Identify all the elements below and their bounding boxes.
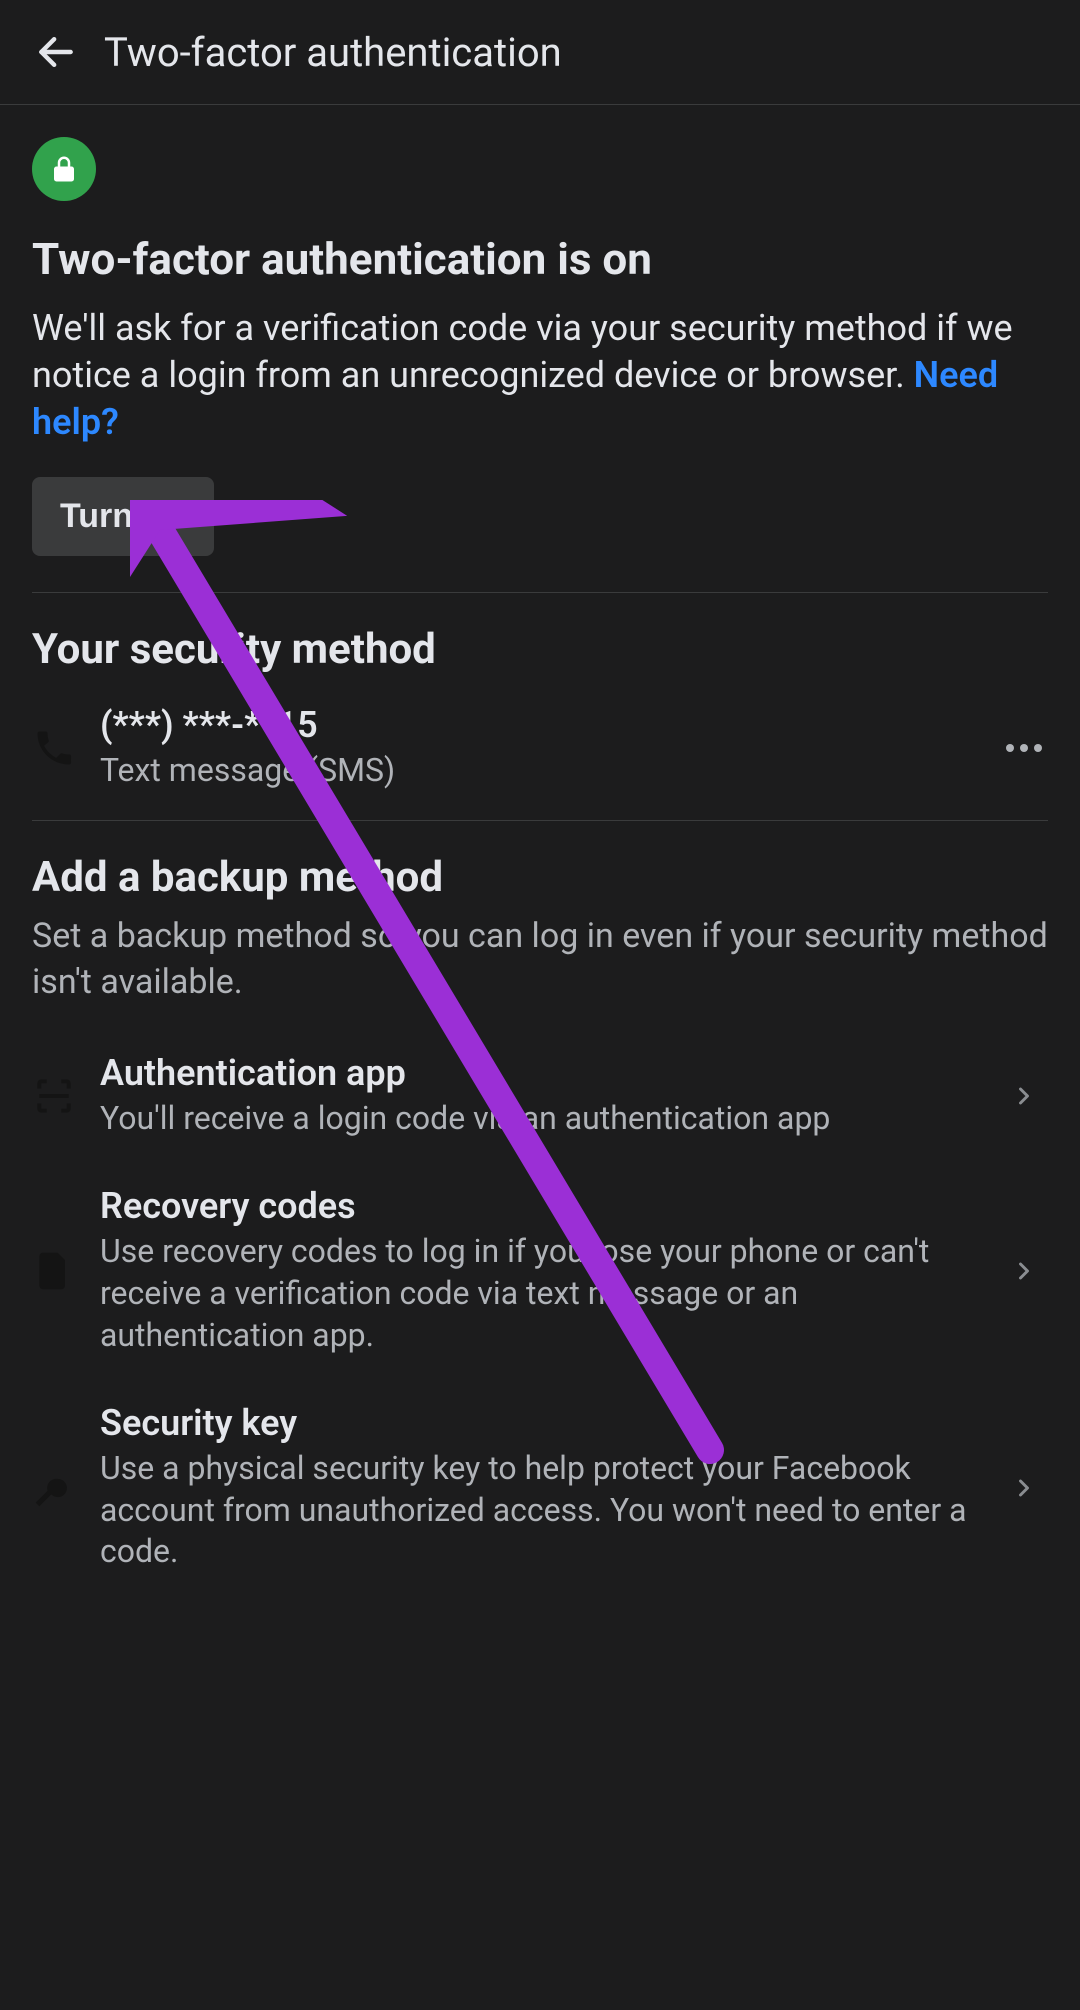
arrow-left-icon: [34, 30, 78, 74]
page-title: Two-factor authentication: [104, 29, 562, 76]
turn-off-button[interactable]: Turn off: [32, 477, 214, 556]
backup-item-sub: You'll receive a login code via an authe…: [100, 1098, 988, 1140]
chevron-right-icon: [1000, 1257, 1048, 1285]
security-method-row[interactable]: (***) ***-**15 Text message (SMS): [32, 686, 1048, 820]
backup-item-recovery-codes[interactable]: Recovery codes Use recovery codes to log…: [32, 1167, 1048, 1384]
security-method-heading: Your security method: [32, 625, 1048, 674]
status-badge: [32, 137, 96, 201]
more-options-button[interactable]: [1000, 744, 1048, 752]
lock-icon: [49, 154, 79, 184]
backup-item-sub: Use a physical security key to help prot…: [100, 1448, 988, 1573]
phone-icon: [32, 726, 100, 770]
status-description: We'll ask for a verification code via yo…: [32, 305, 1048, 445]
more-horizontal-icon: [1006, 744, 1042, 752]
backup-item-auth-app[interactable]: Authentication app You'll receive a logi…: [32, 1034, 1048, 1168]
divider: [32, 592, 1048, 593]
backup-item-title: Recovery codes: [100, 1185, 988, 1227]
backup-item-sub: Use recovery codes to log in if you lose…: [100, 1231, 988, 1356]
backup-description: Set a backup method so you can log in ev…: [32, 914, 1048, 1006]
phone-method-label: Text message (SMS): [100, 750, 988, 792]
status-title: Two-factor authentication is on: [32, 233, 1048, 285]
divider: [32, 820, 1048, 821]
content-area: Two-factor authentication is on We'll as…: [0, 105, 1080, 1633]
backup-item-title: Authentication app: [100, 1052, 988, 1094]
document-icon: [32, 1249, 100, 1293]
auth-app-icon: [32, 1074, 100, 1118]
status-description-text: We'll ask for a verification code via yo…: [32, 307, 1013, 396]
backup-item-title: Security key: [100, 1402, 988, 1444]
phone-number-masked: (***) ***-**15: [100, 704, 988, 746]
chevron-right-icon: [1000, 1082, 1048, 1110]
backup-item-security-key[interactable]: Security key Use a physical security key…: [32, 1384, 1048, 1601]
chevron-right-icon: [1000, 1474, 1048, 1502]
back-button[interactable]: [32, 28, 80, 76]
header-bar: Two-factor authentication: [0, 0, 1080, 105]
backup-heading: Add a backup method: [32, 853, 1048, 902]
key-icon: [32, 1466, 100, 1510]
